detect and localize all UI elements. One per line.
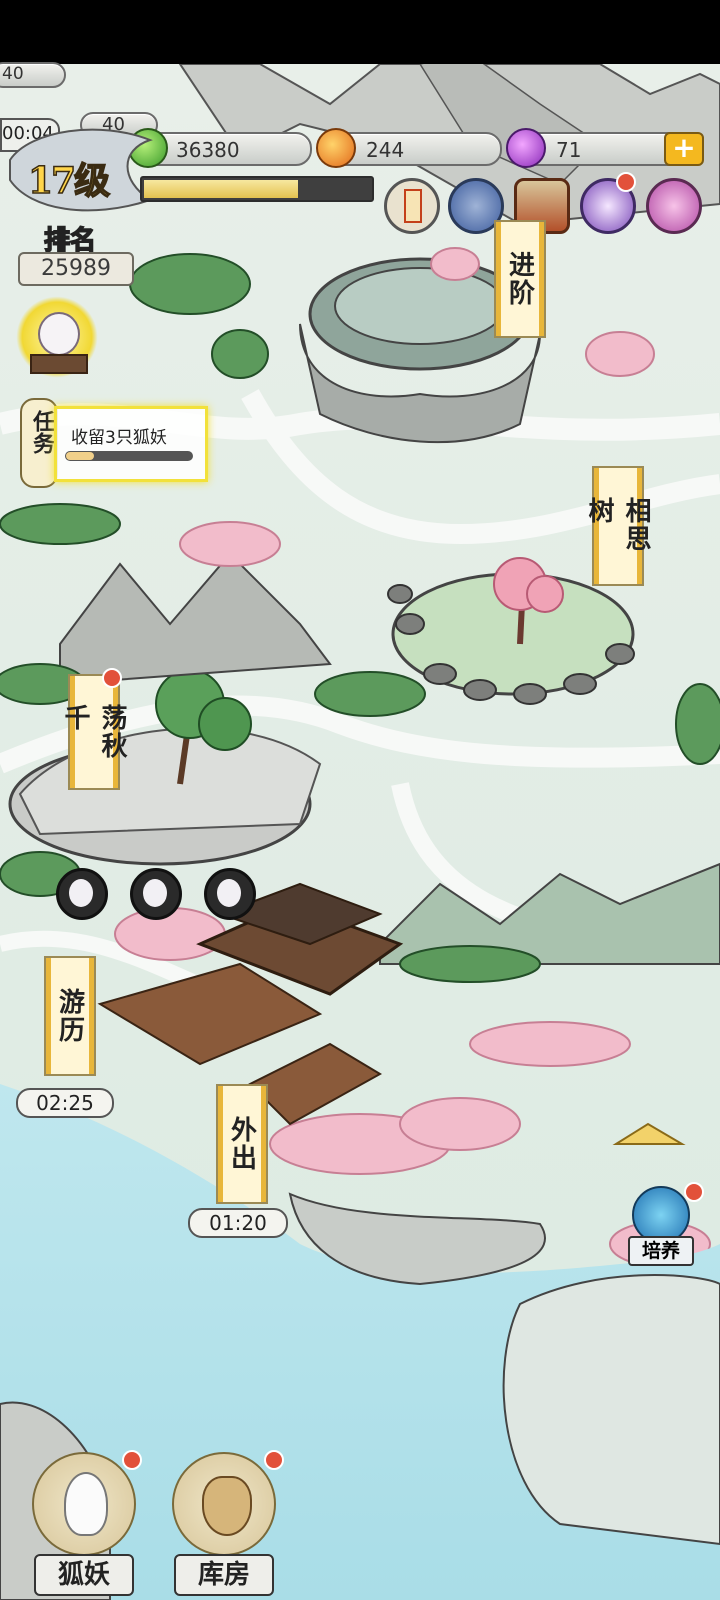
rank-value[interactable]: 25989 (18, 252, 134, 286)
quest-progress-bar (65, 451, 193, 461)
fox-avatar[interactable] (16, 296, 98, 378)
travel-timer: 02:25 (16, 1088, 114, 1118)
foxes-notification-dot (122, 1450, 142, 1470)
sack-icon (172, 1452, 276, 1556)
fox-portrait-1[interactable] (56, 868, 108, 920)
add-gem-button[interactable]: + (664, 132, 704, 166)
location-lovetree[interactable]: 相思树 (584, 468, 651, 584)
quest-card[interactable]: 收留3只狐妖 (54, 406, 208, 482)
xp-bar (140, 176, 374, 202)
foxes-button[interactable]: 狐妖 (26, 1446, 138, 1596)
quest-text: 收留3只狐妖 (71, 428, 167, 448)
outing-timer: 01:20 (188, 1208, 288, 1238)
location-swing[interactable]: 荡秋千 (60, 676, 127, 788)
storage-button[interactable]: 库房 (166, 1446, 278, 1596)
bag-icon[interactable] (646, 178, 702, 234)
talisman-scroll-icon[interactable] (384, 178, 440, 234)
fox-portrait-2[interactable] (130, 868, 182, 920)
location-outing[interactable]: 外出 (218, 1086, 266, 1202)
purple-gem-icon (506, 128, 546, 168)
storage-notification-dot (264, 1450, 284, 1470)
quest-tab[interactable]: 任务 (20, 398, 58, 488)
location-advance[interactable]: 进阶 (496, 222, 544, 336)
status-bar-area (0, 0, 720, 64)
cultivate-notification-dot (684, 1182, 704, 1202)
fox-icon (32, 1452, 136, 1556)
xp-bar-fill (144, 180, 298, 198)
game-screen: 40 00:04 40 36380 244 71 + 17级 排名 25989 (0, 0, 720, 1600)
quest-panel[interactable]: 任务 收留3只狐妖 (20, 398, 208, 488)
location-travel[interactable]: 游历 (46, 958, 94, 1074)
quest-progress-fill (66, 452, 94, 460)
world-map[interactable] (0, 64, 720, 1600)
fox-portrait-3[interactable] (204, 868, 256, 920)
partial-resource-pill: 40 (0, 62, 66, 88)
notification-dot (616, 172, 636, 192)
swing-notification-dot (102, 668, 122, 688)
fire-coin-icon (316, 128, 356, 168)
player-level[interactable]: 17级 (27, 152, 111, 204)
